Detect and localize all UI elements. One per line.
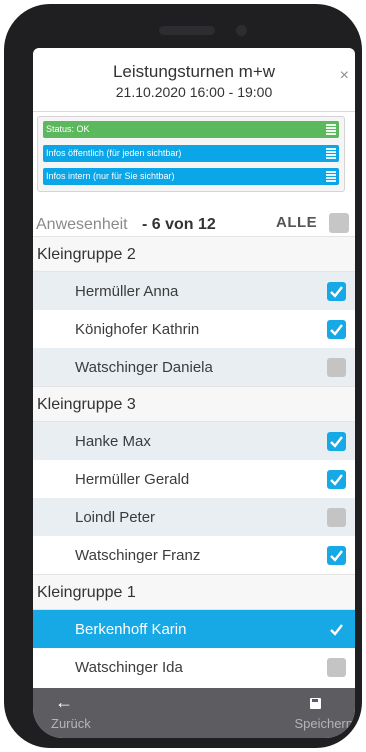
list-item[interactable]: Hanke Max bbox=[33, 422, 355, 460]
attendance-checkbox[interactable] bbox=[327, 320, 346, 339]
status-value: OK bbox=[76, 124, 90, 134]
phone-frame: Leistungsturnen m+w 21.10.2020 16:00 - 1… bbox=[4, 4, 362, 748]
member-name: Berkenhoff Karin bbox=[75, 621, 187, 638]
member-name: Hermüller Anna bbox=[75, 283, 179, 300]
floppy-disk-icon bbox=[310, 698, 321, 709]
page-title: Leistungsturnen m+w bbox=[112, 62, 276, 81]
checkmark-icon bbox=[330, 474, 343, 486]
list-item[interactable]: Hermüller Anna bbox=[33, 272, 355, 310]
close-icon[interactable]: × bbox=[340, 67, 349, 85]
attendance-checkbox[interactable] bbox=[327, 546, 346, 565]
member-name: Watschinger Daniela bbox=[75, 359, 213, 376]
list-item[interactable]: Watschinger Franz bbox=[33, 536, 355, 574]
attendance-checkbox[interactable] bbox=[327, 470, 346, 489]
checkmark-icon bbox=[330, 324, 343, 336]
expand-handle-icon[interactable] bbox=[326, 124, 336, 135]
attendance-checkbox[interactable] bbox=[327, 658, 346, 677]
member-name: Loindl Peter bbox=[75, 509, 156, 526]
phone-speaker bbox=[159, 26, 215, 35]
group-title: Kleingruppe 1 bbox=[37, 584, 136, 601]
list-item-selected[interactable]: Berkenhoff Karin bbox=[33, 610, 355, 648]
app-screen: Leistungsturnen m+w 21.10.2020 16:00 - 1… bbox=[33, 48, 355, 738]
checkmark-icon bbox=[330, 550, 343, 562]
save-button[interactable]: Speichern bbox=[245, 688, 355, 738]
group-header: Kleingruppe 1 bbox=[33, 574, 355, 610]
list-item[interactable]: Hermüller Gerald bbox=[33, 460, 355, 498]
back-button[interactable]: ← Zurück bbox=[33, 688, 143, 738]
status-bar[interactable]: Status: OK bbox=[43, 121, 339, 138]
attendance-checkbox[interactable] bbox=[327, 432, 346, 451]
back-button-label: Zurück bbox=[51, 716, 91, 731]
attendance-checkbox[interactable] bbox=[327, 358, 346, 377]
group-title: Kleingruppe 3 bbox=[37, 396, 136, 413]
checkmark-icon bbox=[330, 624, 343, 636]
phone-camera bbox=[236, 25, 247, 36]
info-panel: Status: OK Infos öffentlich (für jeden s… bbox=[37, 116, 345, 192]
attendance-header: Anwesenheit - 6 von 12 ALLE bbox=[33, 208, 355, 236]
list-item[interactable]: Watschinger Daniela bbox=[33, 348, 355, 386]
arrow-left-icon: ← bbox=[55, 692, 73, 712]
checkmark-icon bbox=[330, 286, 343, 298]
internal-info-bar[interactable]: Infos intern (nur für Sie sichtbar) bbox=[43, 168, 339, 185]
group-header: Kleingruppe 2 bbox=[33, 236, 355, 272]
group-title: Kleingruppe 2 bbox=[37, 246, 136, 263]
select-all-label: ALLE bbox=[276, 214, 318, 231]
footer-toolbar: ← Zurück Speichern bbox=[33, 688, 355, 738]
member-name: Watschinger Franz bbox=[75, 547, 201, 564]
expand-handle-icon[interactable] bbox=[326, 148, 336, 159]
list-item[interactable]: Loindl Peter bbox=[33, 498, 355, 536]
page-subtitle: 21.10.2020 16:00 - 19:00 bbox=[115, 84, 273, 100]
member-name: Hermüller Gerald bbox=[75, 471, 190, 488]
attendance-count: - 6 von 12 bbox=[142, 216, 216, 233]
dialog-header: Leistungsturnen m+w 21.10.2020 16:00 - 1… bbox=[33, 48, 355, 112]
list-item[interactable]: Könighofer Kathrin bbox=[33, 310, 355, 348]
public-info-label: Infos öffentlich (für jeden sichtbar) bbox=[46, 148, 182, 158]
member-name: Hanke Max bbox=[75, 433, 151, 450]
internal-info-label: Infos intern (nur für Sie sichtbar) bbox=[46, 171, 175, 181]
attendance-checkbox[interactable] bbox=[327, 282, 346, 301]
group-header: Kleingruppe 3 bbox=[33, 386, 355, 422]
attendance-checkbox[interactable] bbox=[327, 620, 346, 639]
attendance-label: Anwesenheit bbox=[36, 216, 128, 233]
member-name: Könighofer Kathrin bbox=[75, 321, 200, 338]
save-button-label: Speichern bbox=[294, 716, 353, 731]
expand-handle-icon[interactable] bbox=[326, 171, 336, 182]
public-info-bar[interactable]: Infos öffentlich (für jeden sichtbar) bbox=[43, 145, 339, 162]
status-prefix: Status: bbox=[46, 124, 77, 134]
list-item[interactable]: Watschinger Ida bbox=[33, 648, 355, 686]
select-all-checkbox[interactable] bbox=[329, 213, 349, 233]
checkmark-icon bbox=[330, 436, 343, 448]
member-name: Watschinger Ida bbox=[75, 659, 183, 676]
attendance-checkbox[interactable] bbox=[327, 508, 346, 527]
